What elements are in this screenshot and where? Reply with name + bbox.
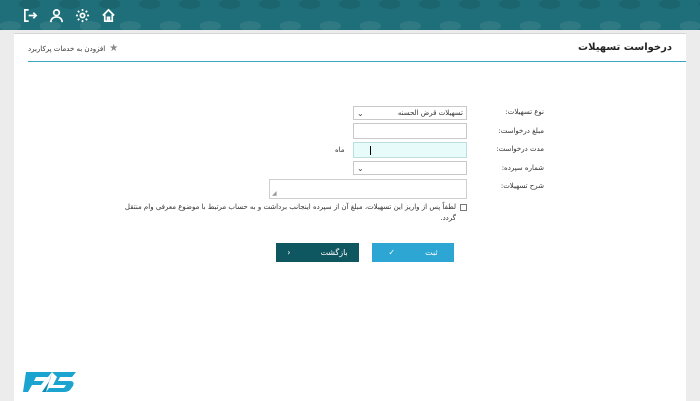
description-label: شرح تسهیلات: bbox=[500, 182, 544, 190]
deposit-number-select[interactable]: ⌄ bbox=[353, 161, 467, 175]
add-to-favorite-services[interactable]: ★ افزودن به خدمات پرکاربرد bbox=[28, 44, 118, 54]
text-caret bbox=[370, 146, 371, 155]
back-label: بازگشت bbox=[320, 248, 348, 257]
agreement-text-line1: لطفاً پس از واریز این تسهیلات، مبلغ آن ا… bbox=[124, 203, 456, 211]
main-panel: درخواست تسهیلات ★ افزودن به خدمات پرکارب… bbox=[14, 33, 686, 401]
agreement-text-line2: گردد. bbox=[440, 214, 456, 222]
amount-input[interactable] bbox=[353, 123, 467, 139]
header-icons bbox=[20, 5, 118, 25]
description-textarea[interactable]: ◢ bbox=[269, 179, 467, 199]
loan-type-value: تسهیلات قرض الحسنه bbox=[397, 109, 463, 117]
gear-icon[interactable] bbox=[72, 5, 92, 25]
chevron-down-icon: ⌄ bbox=[357, 163, 364, 173]
duration-input[interactable] bbox=[353, 142, 467, 158]
duration-unit: ماه bbox=[335, 146, 345, 154]
agreement-checkbox[interactable] bbox=[460, 204, 467, 211]
add-to-services-label: افزودن به خدمات پرکاربرد bbox=[28, 45, 106, 53]
loan-type-label: نوع تسهیلات: bbox=[505, 108, 544, 116]
chevron-left-icon: ‹ bbox=[287, 248, 291, 257]
duration-label: مدت درخواست: bbox=[496, 145, 544, 153]
page-title: درخواست تسهیلات bbox=[578, 42, 672, 53]
agreement-text: لطفاً پس از واریز این تسهیلات، مبلغ آن ا… bbox=[114, 202, 456, 224]
back-button[interactable]: بازگشت ‹ bbox=[276, 243, 359, 262]
amount-label: مبلغ درخواست: bbox=[498, 127, 544, 135]
bank-logo bbox=[23, 372, 76, 392]
resize-handle-icon[interactable]: ◢ bbox=[272, 190, 277, 197]
title-divider bbox=[28, 61, 686, 62]
home-icon[interactable] bbox=[98, 5, 118, 25]
loan-type-select[interactable]: تسهیلات قرض الحسنه ⌄ bbox=[353, 106, 467, 120]
user-icon[interactable] bbox=[46, 5, 66, 25]
star-icon: ★ bbox=[109, 43, 119, 54]
submit-button[interactable]: ثبت ✓ bbox=[372, 243, 454, 262]
submit-label: ثبت bbox=[425, 248, 438, 257]
check-icon: ✓ bbox=[388, 248, 396, 257]
logout-icon[interactable] bbox=[20, 5, 40, 25]
top-header-bar bbox=[0, 0, 700, 30]
chevron-down-icon: ⌄ bbox=[357, 108, 364, 118]
deposit-number-label: شماره سپرده: bbox=[501, 164, 544, 172]
